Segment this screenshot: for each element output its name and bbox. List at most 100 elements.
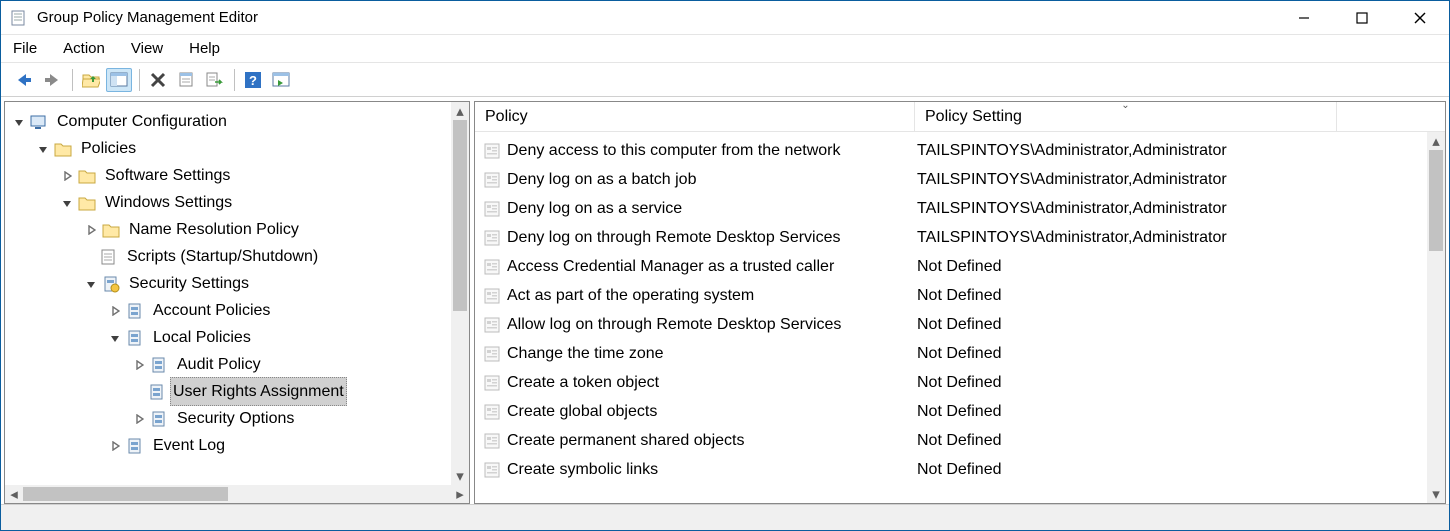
scroll-left-icon[interactable]: ◂	[5, 485, 23, 503]
policy-setting: Not Defined	[915, 287, 1445, 305]
back-button[interactable]	[11, 68, 37, 92]
menubar: File Action View Help	[1, 35, 1449, 63]
properties-button[interactable]	[173, 68, 199, 92]
column-header-policy-setting[interactable]: Policy Setting ⌄	[915, 102, 1337, 131]
menu-action[interactable]: Action	[63, 40, 105, 57]
policy-name: Deny access to this computer from the ne…	[507, 142, 840, 160]
policy-name: Deny log on through Remote Desktop Servi…	[507, 229, 841, 247]
folder-icon	[101, 221, 121, 239]
tree-node-security-settings[interactable]: Security Settings	[5, 270, 469, 297]
tree-node-policies[interactable]: Policies	[5, 135, 469, 162]
policy-row[interactable]: Change the time zone Not Defined	[475, 339, 1445, 368]
policy-item-icon	[483, 142, 501, 160]
column-header-spacer[interactable]	[1337, 102, 1427, 131]
policy-setting: TAILSPINTOYS\Administrator,Administrator	[915, 229, 1445, 247]
folder-icon	[77, 194, 97, 212]
policy-setting: TAILSPINTOYS\Administrator,Administrator	[915, 200, 1445, 218]
forward-button[interactable]	[39, 68, 65, 92]
policy-setting: Not Defined	[915, 258, 1445, 276]
tree-node-computer-configuration[interactable]: Computer Configuration	[5, 108, 469, 135]
window-controls	[1275, 1, 1449, 34]
policy-item-icon	[483, 461, 501, 479]
security-icon	[125, 437, 145, 455]
scroll-up-icon[interactable]: ▴	[451, 102, 469, 120]
menu-file[interactable]: File	[13, 40, 37, 57]
policy-list[interactable]: Deny access to this computer from the ne…	[475, 132, 1445, 503]
help-button[interactable]: ?	[240, 68, 266, 92]
tree-node-user-rights-assignment[interactable]: User Rights Assignment	[5, 378, 469, 405]
column-header-policy[interactable]: Policy	[475, 102, 915, 131]
security-icon	[147, 383, 167, 401]
security-lock-icon	[101, 275, 121, 293]
list-pane: Policy Policy Setting ⌄ Deny access to t…	[474, 101, 1446, 504]
policy-item-icon	[483, 316, 501, 334]
policy-name: Create symbolic links	[507, 461, 658, 479]
tree-node-security-options[interactable]: Security Options	[5, 405, 469, 432]
policy-item-icon	[483, 258, 501, 276]
menu-help[interactable]: Help	[189, 40, 220, 57]
menu-view[interactable]: View	[131, 40, 163, 57]
policy-name: Allow log on through Remote Desktop Serv…	[507, 316, 841, 334]
policy-row[interactable]: Allow log on through Remote Desktop Serv…	[475, 310, 1445, 339]
tree-node-name-resolution[interactable]: Name Resolution Policy	[5, 216, 469, 243]
scroll-down-icon[interactable]: ▾	[451, 467, 469, 485]
policy-item-icon	[483, 171, 501, 189]
config-tree[interactable]: Computer Configuration Policies Software…	[5, 108, 469, 459]
policy-row[interactable]: Deny log on as a batch job TAILSPINTOYS\A…	[475, 165, 1445, 194]
policy-row[interactable]: Access Credential Manager as a trusted c…	[475, 252, 1445, 281]
tree-horizontal-scrollbar[interactable]: ◂ ▸	[5, 485, 469, 503]
delete-button[interactable]	[145, 68, 171, 92]
policy-row[interactable]: Act as part of the operating systemNot D…	[475, 281, 1445, 310]
toolbar: ?	[1, 63, 1449, 97]
policy-setting: TAILSPINTOYS\Administrator,Administrator	[915, 142, 1445, 160]
scroll-down-icon[interactable]: ▾	[1427, 485, 1445, 503]
security-icon	[125, 329, 145, 347]
tree-node-local-policies[interactable]: Local Policies	[5, 324, 469, 351]
sort-indicator-icon: ⌄	[1121, 101, 1129, 111]
policy-row[interactable]: Deny access to this computer from the ne…	[475, 136, 1445, 165]
policy-setting: Not Defined	[915, 345, 1445, 363]
security-icon	[125, 302, 145, 320]
policy-setting: TAILSPINTOYS\Administrator,Administrator	[915, 171, 1445, 189]
maximize-button[interactable]	[1333, 1, 1391, 34]
policy-name: Create permanent shared objects	[507, 432, 744, 450]
up-button[interactable]	[78, 68, 104, 92]
policy-item-icon	[483, 345, 501, 363]
policy-row[interactable]: Deny log on as a service TAILSPINTOYS\Adm…	[475, 194, 1445, 223]
close-button[interactable]	[1391, 1, 1449, 34]
tree-node-audit-policy[interactable]: Audit Policy	[5, 351, 469, 378]
computer-icon	[29, 113, 49, 131]
list-vertical-scrollbar[interactable]: ▴ ▾	[1427, 132, 1445, 503]
security-icon	[149, 356, 169, 374]
policy-setting: Not Defined	[915, 374, 1445, 392]
scroll-right-icon[interactable]: ▸	[451, 485, 469, 503]
folder-icon	[53, 140, 73, 158]
extended-view-button[interactable]	[268, 68, 294, 92]
policy-row[interactable]: Create symbolic linksNot Defined	[475, 455, 1445, 484]
show-hide-tree-button[interactable]	[106, 68, 132, 92]
scroll-icon	[99, 248, 119, 266]
tree-node-account-policies[interactable]: Account Policies	[5, 297, 469, 324]
tree-node-scripts[interactable]: Scripts (Startup/Shutdown)	[5, 243, 469, 270]
tree-node-software-settings[interactable]: Software Settings	[5, 162, 469, 189]
scroll-up-icon[interactable]: ▴	[1427, 132, 1445, 150]
tree-vertical-scrollbar[interactable]: ▴ ▾	[451, 102, 469, 485]
policy-name: Change the time zone	[507, 345, 664, 363]
policy-name: Access Credential Manager as a trusted c…	[507, 258, 834, 276]
tree-pane: Computer Configuration Policies Software…	[4, 101, 470, 504]
policy-name: Create a token object	[507, 374, 659, 392]
policy-row[interactable]: Create global objectsNot Defined	[475, 397, 1445, 426]
policy-row[interactable]: Deny log on through Remote Desktop Servi…	[475, 223, 1445, 252]
tree-node-event-log[interactable]: Event Log	[5, 432, 469, 459]
export-list-button[interactable]	[201, 68, 227, 92]
policy-row[interactable]: Create a token object Not Defined	[475, 368, 1445, 397]
policy-row[interactable]: Create permanent shared objectsNot Defin…	[475, 426, 1445, 455]
policy-item-icon	[483, 432, 501, 450]
minimize-button[interactable]	[1275, 1, 1333, 34]
policy-item-icon	[483, 374, 501, 392]
app-window: Group Policy Management Editor File Acti…	[0, 0, 1450, 531]
policy-item-icon	[483, 287, 501, 305]
policy-name: Deny log on as a batch job	[507, 171, 696, 189]
policy-name: Deny log on as a service	[507, 200, 682, 218]
tree-node-windows-settings[interactable]: Windows Settings	[5, 189, 469, 216]
